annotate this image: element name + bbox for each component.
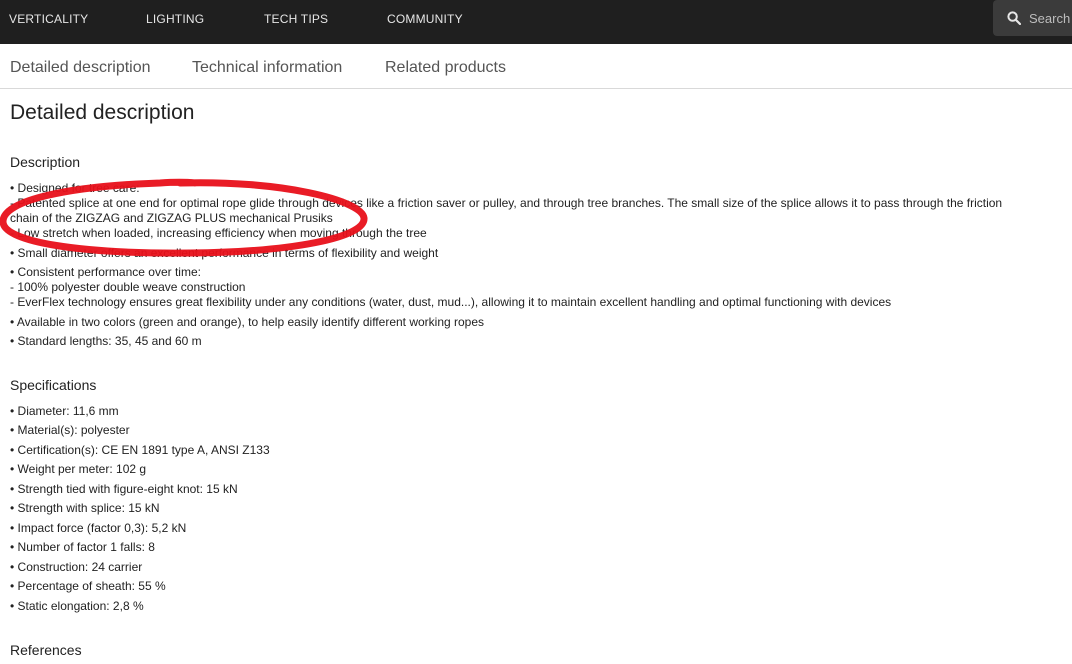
description-line: - Low stretch when loaded, increasing ef… — [10, 226, 427, 240]
references-heading: References — [10, 642, 82, 658]
product-tabs: Detailed description Technical informati… — [0, 44, 1072, 89]
spec-line: • Weight per meter: 102 g — [10, 462, 147, 476]
specifications-heading: Specifications — [10, 377, 97, 393]
description-line: chain of the ZIGZAG and ZIGZAG PLUS mech… — [10, 211, 333, 225]
spec-line: • Static elongation: 2,8 % — [10, 599, 144, 613]
description-line: • Consistent performance over time: — [10, 265, 201, 279]
description-heading: Description — [10, 154, 81, 170]
spec-line: • Impact force (factor 0,3): 5,2 kN — [10, 521, 187, 535]
spec-line: • Material(s): polyester — [10, 423, 130, 437]
description-line: • Available in two colors (green and ora… — [10, 315, 485, 329]
spec-line: • Number of factor 1 falls: 8 — [10, 540, 155, 554]
spec-line: • Diameter: 11,6 mm — [10, 404, 119, 418]
nav-item-verticality[interactable]: VERTICALITY — [9, 12, 88, 26]
spec-line: • Percentage of sheath: 55 % — [10, 579, 166, 593]
description-line: • Small diameter offers an excellent per… — [10, 246, 439, 260]
description-line: • Designed for tree care: — [10, 181, 140, 195]
description-line: - EverFlex technology ensures great flex… — [10, 295, 892, 309]
annotation-ellipse — [0, 178, 368, 257]
description-line: • Standard lengths: 35, 45 and 60 m — [10, 334, 202, 348]
spec-line: • Strength tied with figure-eight knot: … — [10, 482, 238, 496]
search-icon — [1007, 11, 1021, 25]
nav-item-tech-tips[interactable]: TECH TIPS — [264, 12, 328, 26]
spec-line: • Construction: 24 carrier — [10, 560, 143, 574]
spec-line: • Strength with splice: 15 kN — [10, 501, 160, 515]
top-nav-bar: VERTICALITY LIGHTING TECH TIPS COMMUNITY… — [0, 0, 1072, 44]
nav-item-lighting[interactable]: LIGHTING — [146, 12, 204, 26]
search-label: Search — [1029, 10, 1071, 26]
search-box[interactable]: Search — [993, 0, 1072, 36]
tab-related-products[interactable]: Related products — [385, 59, 506, 77]
page-title: Detailed description — [10, 101, 195, 124]
tab-technical-information[interactable]: Technical information — [192, 59, 342, 77]
nav-item-community[interactable]: COMMUNITY — [387, 12, 463, 26]
description-line: - 100% polyester double weave constructi… — [10, 280, 246, 294]
spec-line: • Certification(s): CE EN 1891 type A, A… — [10, 443, 270, 457]
tab-detailed-description[interactable]: Detailed description — [10, 59, 151, 77]
description-line: - Patented splice at one end for optimal… — [10, 196, 1003, 210]
